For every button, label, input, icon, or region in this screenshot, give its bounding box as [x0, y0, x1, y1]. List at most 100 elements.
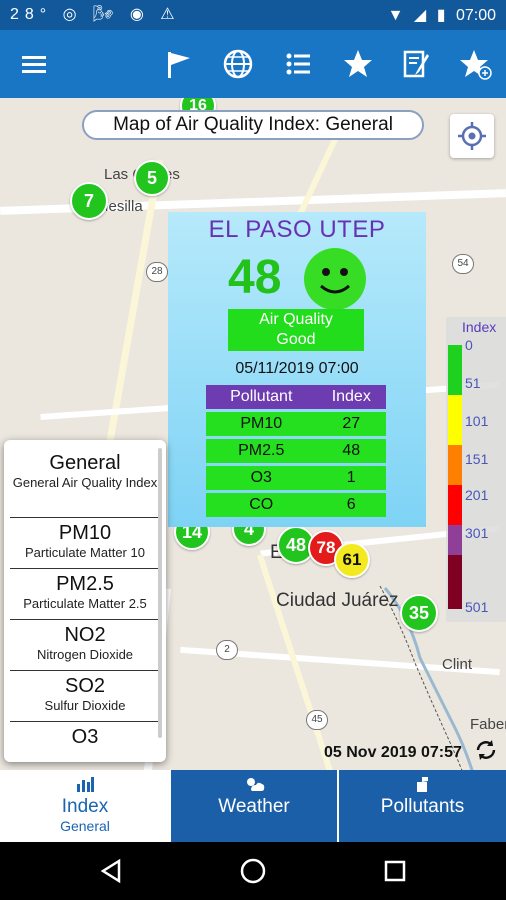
scale-tick: 501	[465, 599, 489, 615]
battery-icon: ▮	[436, 7, 446, 24]
recents-icon[interactable]	[375, 856, 415, 893]
notification-icon-3: 🌬	[93, 6, 120, 23]
notification-icons: 28° ◎ 🌬 ◉ ⚠	[10, 4, 181, 24]
notification-icon-4: ◉	[129, 6, 150, 23]
pollutants-icon	[339, 774, 506, 796]
road-shield: 28	[146, 262, 168, 282]
aqi-marker[interactable]: 7	[70, 182, 108, 220]
scale-segment-good	[448, 345, 462, 395]
air-quality-level: Good	[276, 331, 316, 348]
weather-icon	[171, 774, 337, 796]
list-icon[interactable]	[278, 44, 318, 84]
flag-icon[interactable]	[158, 44, 198, 84]
menu-item-general[interactable]: General General Air Quality Index	[10, 448, 160, 518]
index-selection-menu[interactable]: General General Air Quality Index PM10 P…	[4, 440, 166, 762]
menu-item-title: General	[49, 452, 121, 474]
tab-label: Index	[61, 796, 109, 817]
my-location-button[interactable]	[450, 114, 494, 158]
aqi-marker[interactable]: 5	[134, 160, 170, 196]
pollutant-name: PM2.5	[206, 439, 317, 463]
menu-item-subtitle: Particulate Matter 2.5	[23, 596, 147, 611]
scale-segment-usg	[448, 445, 462, 485]
station-name: EL PASO UTEP	[208, 216, 386, 243]
table-row: CO 6	[206, 493, 386, 517]
scale-tick: 51	[465, 375, 481, 391]
pollutant-index: 6	[316, 493, 386, 517]
air-quality-label: Air Quality	[259, 311, 333, 328]
pollutant-name: O3	[206, 466, 317, 490]
wifi-icon: ▼	[387, 7, 404, 24]
road-shield: 54	[452, 254, 474, 274]
pollutant-index: 1	[316, 466, 386, 490]
pollutant-name: CO	[206, 493, 317, 517]
station-timestamp: 05/11/2019 07:00	[235, 360, 359, 377]
aqi-scale-legend: Index 0 51 101 151 201 301 501	[446, 317, 506, 622]
menu-item-subtitle: General Air Quality Index	[12, 475, 158, 490]
road-shield: 45	[306, 710, 328, 730]
menu-item-title: PM10	[58, 522, 112, 544]
pollutant-index: 48	[316, 439, 386, 463]
menu-scrollbar[interactable]	[158, 448, 162, 738]
notification-icon-2: ◎	[62, 6, 83, 23]
pollutant-index: 27	[316, 412, 386, 436]
menu-item-subtitle: Sulfur Dioxide	[44, 698, 126, 713]
menu-item-subtitle: Nitrogen Dioxide	[36, 647, 134, 662]
menu-item-title: SO2	[64, 675, 106, 697]
menu-item-title: PM2.5	[56, 573, 114, 595]
aqi-marker[interactable]: 35	[400, 594, 438, 632]
map-title: Map of Air Quality Index: General	[82, 110, 424, 140]
star-add-icon[interactable]	[456, 44, 496, 84]
scale-tick: 0	[465, 337, 473, 353]
edit-icon[interactable]	[396, 44, 436, 84]
clock: 07:00	[455, 7, 496, 24]
pollutant-name: PM10	[206, 412, 317, 436]
scale-segment-very-unhealthy	[448, 525, 462, 555]
refresh-icon[interactable]	[474, 738, 498, 768]
bar-chart-icon	[0, 774, 170, 796]
tab-label: Weather	[218, 796, 290, 817]
aqi-marker[interactable]: 61	[334, 542, 370, 578]
tab-sublabel: General	[60, 818, 110, 834]
scale-tick: 301	[465, 525, 489, 541]
system-navigation-bar	[0, 842, 506, 900]
back-icon[interactable]	[92, 856, 132, 893]
menu-item-so2[interactable]: SO2 Sulfur Dioxide	[10, 671, 160, 722]
station-popup[interactable]: EL PASO UTEP 48 Air Quality Good 05/11/2…	[168, 212, 426, 527]
city-label-fabens: Fabens	[470, 716, 506, 733]
scale-segment-hazardous	[448, 555, 462, 609]
star-icon[interactable]	[338, 44, 378, 84]
signal-icon: ◢	[413, 7, 427, 24]
map-datetime: 05 Nov 2019 07:57	[324, 744, 462, 761]
scale-segment-moderate	[448, 395, 462, 445]
globe-icon[interactable]	[218, 44, 258, 84]
table-row: PM10 27	[206, 412, 386, 436]
table-row: PM2.5 48	[206, 439, 386, 463]
menu-icon[interactable]	[14, 44, 54, 84]
tab-label: Pollutants	[380, 796, 465, 817]
menu-item-title: O3	[71, 726, 99, 748]
air-quality-badge: Air Quality Good	[228, 309, 364, 351]
table-row: O3 1	[206, 466, 386, 490]
column-header-pollutant: Pollutant	[206, 385, 317, 409]
menu-item-no2[interactable]: NO2 Nitrogen Dioxide	[10, 620, 160, 671]
table-header-row: Pollutant Index	[206, 385, 386, 409]
tab-pollutants[interactable]: Pollutants	[339, 770, 506, 842]
menu-item-title: NO2	[64, 624, 106, 646]
pollutant-table: Pollutant Index PM10 27 PM2.5 48 O3 1 CO…	[206, 382, 386, 520]
scale-tick: 201	[465, 487, 489, 503]
status-bar: 28° ◎ 🌬 ◉ ⚠ ▼ ◢ ▮ 07:00	[0, 0, 506, 30]
tab-index[interactable]: Index General	[0, 770, 170, 842]
toolbar	[0, 30, 506, 98]
menu-item-pm10[interactable]: PM10 Particulate Matter 10	[10, 518, 160, 569]
menu-item-subtitle: Particulate Matter 10	[25, 545, 145, 560]
aqi-value: 48	[228, 251, 282, 304]
scale-header: Index	[462, 319, 497, 335]
road-shield: 2	[216, 640, 238, 660]
menu-item-pm25[interactable]: PM2.5 Particulate Matter 2.5	[10, 569, 160, 620]
city-label-clint: Clint	[442, 656, 473, 673]
menu-item-o3[interactable]: O3	[10, 722, 160, 762]
temperature-icon: 28°	[10, 6, 53, 23]
warning-icon: ⚠	[160, 6, 181, 23]
home-icon[interactable]	[233, 856, 273, 893]
tab-weather[interactable]: Weather	[171, 770, 337, 842]
